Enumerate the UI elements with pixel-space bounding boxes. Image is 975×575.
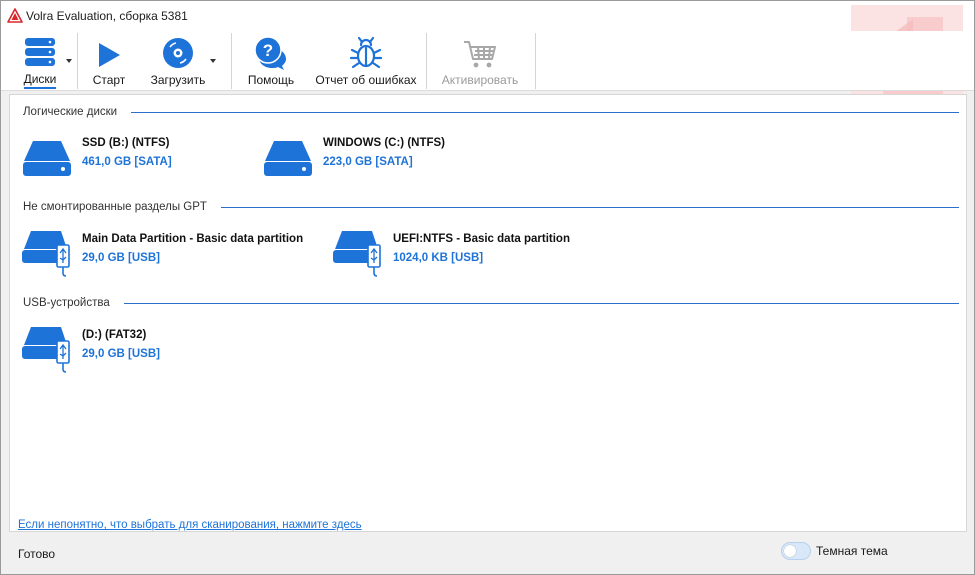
device-name: (D:) (FAT32)	[82, 329, 147, 341]
stacked-disks-icon	[25, 38, 55, 66]
app-window: Volra Evaluation, сборка 5381 Диски Стар…	[0, 0, 975, 575]
toggle-knob	[784, 545, 796, 557]
load-button[interactable]: Загрузить	[147, 31, 209, 89]
question-chat-icon: ?	[254, 36, 286, 70]
usb-drive-icon	[22, 231, 70, 277]
app-logo-icon	[7, 8, 23, 23]
help-label: Помощь	[247, 73, 295, 87]
device-item-main-data-partition[interactable]: Main Data Partition - Basic data partiti…	[21, 231, 321, 281]
toolbar-separator	[426, 33, 427, 89]
device-list-panel: Логические диски SSD (B:) (NTFS) 461,0 G…	[9, 94, 967, 532]
section-header-usb-devices: USB-устройства	[23, 296, 959, 310]
status-text: Готово	[18, 547, 56, 561]
toolbar-separator	[77, 33, 78, 89]
title-bar: Volra Evaluation, сборка 5381	[1, 1, 974, 31]
hard-drive-icon	[23, 141, 71, 176]
report-button[interactable]: Отчет об ошибках	[311, 31, 421, 89]
device-name: SSD (B:) (NTFS)	[82, 137, 170, 149]
device-size: 223,0 GB [SATA]	[323, 156, 413, 168]
device-size: 461,0 GB [SATA]	[82, 156, 172, 168]
disks-dropdown-caret-icon[interactable]	[66, 59, 72, 63]
device-size: 29,0 GB [USB]	[82, 252, 160, 264]
section-title: USB-устройства	[23, 297, 110, 309]
hard-drive-icon	[264, 141, 312, 176]
section-divider	[131, 111, 959, 113]
disc-icon	[163, 38, 193, 68]
svg-text:?: ?	[263, 41, 273, 60]
device-name: WINDOWS (C:) (NTFS)	[323, 137, 445, 149]
bug-icon	[349, 36, 383, 69]
start-button[interactable]: Старт	[87, 31, 131, 89]
device-size: 29,0 GB [USB]	[82, 348, 160, 360]
section-header-logical-disks: Логические диски	[23, 105, 959, 119]
usb-drive-icon	[333, 231, 381, 277]
section-header-gpt-partitions: Не смонтированные разделы GPT	[23, 200, 959, 214]
dark-theme-toggle[interactable]	[781, 542, 811, 560]
toolbar-separator	[535, 33, 536, 89]
disks-label: Диски	[23, 72, 57, 89]
device-item-windows-c[interactable]: WINDOWS (C:) (NTFS) 223,0 GB [SATA]	[262, 135, 502, 185]
help-button[interactable]: ? Помощь	[243, 31, 299, 89]
usb-drive-icon	[22, 327, 70, 373]
device-size: 1024,0 KB [USB]	[393, 252, 484, 264]
section-title: Логические диски	[23, 106, 118, 118]
disks-button[interactable]: Диски	[15, 31, 65, 89]
toolbar: Диски Старт Загрузить ? Помощь Отчет об …	[1, 31, 974, 91]
start-label: Старт	[92, 73, 126, 87]
activate-button[interactable]: Активировать	[437, 31, 523, 89]
toolbar-separator	[231, 33, 232, 89]
report-label: Отчет об ошибках	[315, 73, 417, 87]
device-item-uefi-ntfs[interactable]: UEFI:NTFS - Basic data partition 1024,0 …	[332, 231, 612, 281]
load-dropdown-caret-icon[interactable]	[210, 59, 216, 63]
activate-label: Активировать	[441, 73, 519, 87]
device-item-usb-d[interactable]: (D:) (FAT32) 29,0 GB [USB]	[21, 327, 221, 377]
section-title: Не смонтированные разделы GPT	[23, 201, 207, 213]
dark-theme-label: Темная тема	[816, 544, 888, 558]
play-icon	[99, 43, 120, 67]
cart-icon	[464, 41, 496, 68]
device-name: UEFI:NTFS - Basic data partition	[393, 233, 570, 245]
load-label: Загрузить	[150, 73, 206, 87]
window-title: Volra Evaluation, сборка 5381	[26, 9, 188, 23]
scan-help-link[interactable]: Если непонятно, что выбрать для сканиров…	[18, 519, 362, 531]
device-name: Main Data Partition - Basic data partiti…	[82, 233, 304, 245]
section-divider	[123, 302, 959, 304]
section-divider	[220, 206, 959, 208]
device-item-ssd-b[interactable]: SSD (B:) (NTFS) 461,0 GB [SATA]	[21, 135, 241, 185]
